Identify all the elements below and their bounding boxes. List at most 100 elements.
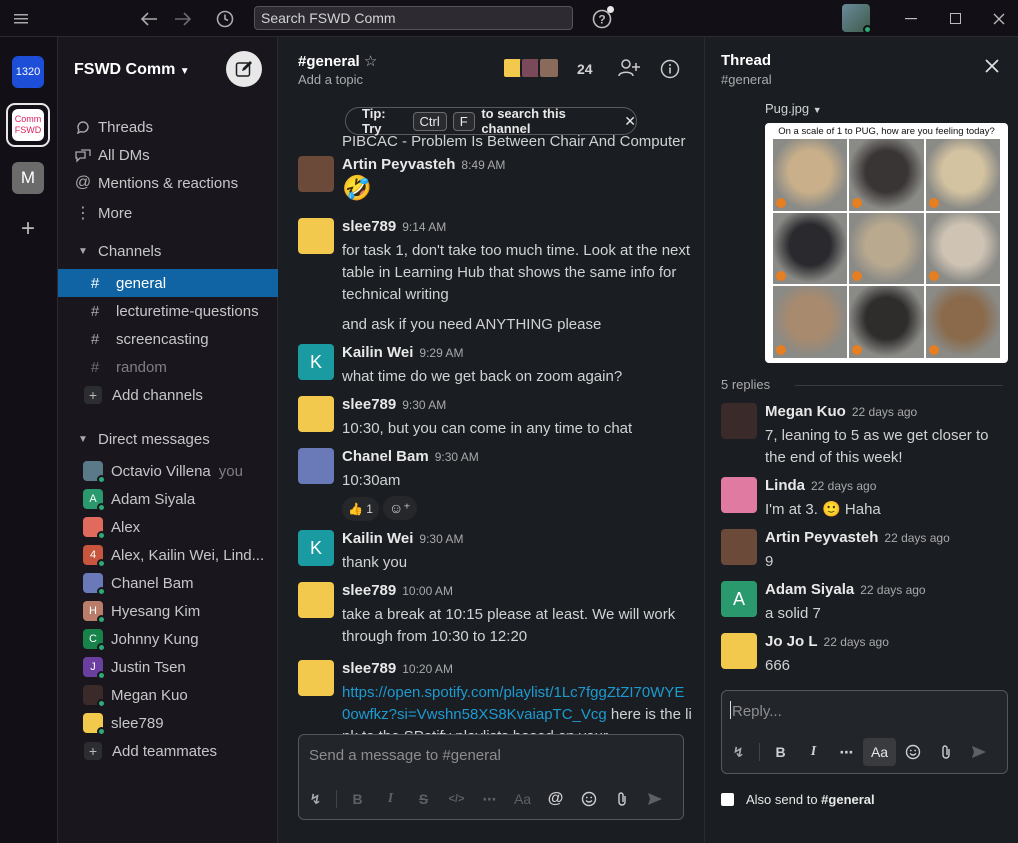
avatar[interactable] xyxy=(721,477,757,513)
avatar[interactable] xyxy=(721,403,757,439)
dm-item[interactable]: C Johnny Kung xyxy=(58,625,278,653)
message-author[interactable]: Chanel Bam xyxy=(342,448,429,465)
avatar[interactable] xyxy=(298,396,334,432)
workspace-fswd-comm[interactable]: Comm FSWD xyxy=(12,109,44,141)
clock-icon[interactable] xyxy=(212,0,238,37)
dm-item[interactable]: Octavio Villena you xyxy=(58,457,278,485)
message-timestamp[interactable]: 9:30 AM xyxy=(402,398,446,412)
message-author[interactable]: slee789 xyxy=(342,396,396,413)
also-send-option[interactable]: Also send to #general xyxy=(721,792,875,807)
message-author[interactable]: slee789 xyxy=(342,660,396,677)
reply-author[interactable]: Artin Peyvasteh xyxy=(765,529,878,546)
reply-timestamp[interactable]: 22 days ago xyxy=(860,583,925,597)
close-icon[interactable] xyxy=(985,59,999,77)
dm-item[interactable]: Chanel Bam xyxy=(58,569,278,597)
dm-item[interactable]: Alex xyxy=(58,513,278,541)
message-input[interactable]: Send a message to #general xyxy=(309,747,501,764)
reply-timestamp[interactable]: 22 days ago xyxy=(824,635,889,649)
maximize-button[interactable] xyxy=(940,0,970,37)
forward-arrow-icon[interactable] xyxy=(170,0,196,37)
attach-icon[interactable] xyxy=(929,738,962,766)
reaction-thumbs-up[interactable]: 👍 1 xyxy=(342,496,379,521)
member-count[interactable]: 24 xyxy=(577,61,593,77)
nav-threads[interactable]: Threads xyxy=(58,113,278,141)
reply-author[interactable]: Megan Kuo xyxy=(765,403,846,420)
add-people-icon[interactable] xyxy=(618,58,640,82)
message-author[interactable]: Artin Peyvasteh xyxy=(342,156,455,173)
dm-item[interactable]: slee789 xyxy=(58,709,278,737)
more-format-icon[interactable]: ⋯ xyxy=(473,785,506,813)
message-author[interactable]: slee789 xyxy=(342,582,396,599)
also-send-checkbox[interactable] xyxy=(721,793,734,806)
pug-image[interactable]: On a scale of 1 to PUG, how are you feel… xyxy=(765,123,1008,363)
avatar[interactable]: K xyxy=(298,344,334,380)
minimize-button[interactable] xyxy=(896,0,926,37)
nav-mentions[interactable]: @ Mentions & reactions xyxy=(58,169,278,197)
bold-icon[interactable]: B xyxy=(341,785,374,813)
star-icon[interactable]: ☆ xyxy=(364,53,377,70)
info-icon[interactable] xyxy=(660,59,680,83)
message-author[interactable]: slee789 xyxy=(342,218,396,235)
back-arrow-icon[interactable] xyxy=(136,0,162,37)
avatar[interactable] xyxy=(721,633,757,669)
channel-general[interactable]: # general xyxy=(58,269,278,297)
reply-input[interactable]: Reply... xyxy=(732,703,782,720)
compose-button[interactable] xyxy=(226,51,262,87)
message-author[interactable]: Kailin Wei xyxy=(342,530,413,547)
shortcuts-icon[interactable]: ↯ xyxy=(299,785,332,813)
reply-author[interactable]: Linda xyxy=(765,477,805,494)
avatar[interactable]: A xyxy=(721,581,757,617)
add-workspace-button[interactable]: + xyxy=(12,213,44,245)
code-icon[interactable]: </> xyxy=(440,785,473,813)
message-timestamp[interactable]: 9:14 AM xyxy=(402,220,446,234)
message-timestamp[interactable]: 9:30 AM xyxy=(419,532,463,546)
channel-lecturetime-questions[interactable]: # lecturetime-questions xyxy=(58,297,278,325)
message-timestamp[interactable]: 9:30 AM xyxy=(435,450,479,464)
shortcuts-icon[interactable]: ↯ xyxy=(722,738,755,766)
channel-random[interactable]: # random xyxy=(58,353,278,381)
more-format-icon[interactable]: ⋯ xyxy=(830,738,863,766)
avatar[interactable] xyxy=(298,582,334,618)
dms-section-header[interactable]: ▼ Direct messages xyxy=(58,425,278,453)
dm-item[interactable]: 4 Alex, Kailin Wei, Lind... xyxy=(58,541,278,569)
nav-more[interactable]: ⋮ More xyxy=(58,199,278,227)
file-name[interactable]: Pug.jpg ▼ xyxy=(765,101,822,116)
reply-timestamp[interactable]: 22 days ago xyxy=(811,479,876,493)
reply-author[interactable]: Adam Siyala xyxy=(765,581,854,598)
message-timestamp[interactable]: 10:20 AM xyxy=(402,662,453,676)
attach-icon[interactable] xyxy=(605,785,638,813)
dm-item[interactable]: Megan Kuo xyxy=(58,681,278,709)
emoji-icon[interactable] xyxy=(572,785,605,813)
reply-composer[interactable]: Reply... ↯ B I ⋯ Aa xyxy=(721,690,1008,774)
avatar[interactable] xyxy=(298,218,334,254)
channels-section-header[interactable]: ▼ Channels xyxy=(58,237,278,265)
bold-icon[interactable]: B xyxy=(764,738,797,766)
search-input[interactable]: Search FSWD Comm xyxy=(254,6,573,30)
italic-icon[interactable]: I xyxy=(797,738,830,766)
italic-icon[interactable]: I xyxy=(374,785,407,813)
send-icon[interactable] xyxy=(638,785,671,813)
message-timestamp[interactable]: 8:49 AM xyxy=(461,158,505,172)
reply-timestamp[interactable]: 22 days ago xyxy=(884,531,949,545)
avatar[interactable]: K xyxy=(298,530,334,566)
member-avatars[interactable] xyxy=(502,57,560,79)
avatar[interactable] xyxy=(298,448,334,484)
channel-title[interactable]: #general ☆ xyxy=(298,52,377,70)
reply-author[interactable]: Jo Jo L xyxy=(765,633,818,650)
reply-timestamp[interactable]: 22 days ago xyxy=(852,405,917,419)
workspace-1320[interactable]: 1320 xyxy=(12,56,44,88)
close-icon[interactable]: ✕ xyxy=(624,113,636,130)
dm-item[interactable]: J Justin Tsen xyxy=(58,653,278,681)
avatar[interactable] xyxy=(298,156,334,192)
close-window-button[interactable] xyxy=(984,0,1014,37)
avatar[interactable] xyxy=(298,660,334,696)
workspace-name[interactable]: FSWD Comm ▼ xyxy=(74,61,190,79)
add-channels-button[interactable]: + Add channels xyxy=(58,381,278,409)
strikethrough-icon[interactable]: S xyxy=(407,785,440,813)
thread-channel[interactable]: #general xyxy=(721,72,772,87)
nav-all-dms[interactable]: All DMs xyxy=(58,141,278,169)
text-format-icon[interactable]: Aa xyxy=(506,785,539,813)
dm-item[interactable]: A Adam Siyala xyxy=(58,485,278,513)
send-icon[interactable] xyxy=(962,738,995,766)
hamburger-icon[interactable] xyxy=(8,0,34,37)
